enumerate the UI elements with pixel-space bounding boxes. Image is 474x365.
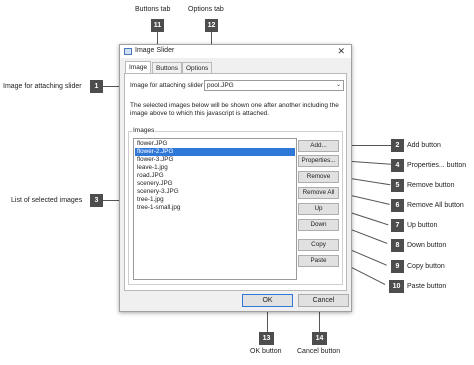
list-item[interactable]: road.JPG (135, 172, 295, 180)
callout-9-badge: 9 (391, 260, 404, 273)
callout-7-badge: 7 (391, 219, 404, 232)
callout-8-badge: 8 (391, 239, 404, 252)
list-item[interactable]: scenery.JPG (135, 180, 295, 188)
list-item[interactable]: tree-1.jpg (135, 196, 295, 204)
remove-button[interactable]: Remove (298, 171, 339, 183)
callout-13-text: OK button (250, 348, 282, 355)
list-item[interactable]: tree-1-small.jpg (135, 204, 295, 212)
callout-2-badge: 2 (391, 139, 404, 152)
callout-1-badge: 1 (90, 80, 103, 93)
callout-6-badge: 6 (391, 199, 404, 212)
callout-10-text: Paste button (407, 283, 447, 290)
connector-line (103, 86, 119, 87)
properties-button[interactable]: Properties... (298, 155, 339, 167)
callout-4-text: Properties... button (407, 162, 467, 169)
callout-3-text: List of selected images (11, 197, 83, 204)
callout-12-text: Options tab (188, 6, 224, 13)
app-icon (124, 48, 132, 55)
callout-1-text: Image for attaching slider (3, 83, 82, 90)
callout-4-badge: 4 (391, 159, 404, 172)
title-bar: Image Slider ✕ (120, 45, 351, 58)
paste-button[interactable]: Paste (298, 255, 339, 267)
callout-6-text: Remove All button (407, 202, 464, 209)
chevron-down-icon: ⌄ (335, 82, 341, 88)
list-item[interactable]: flower.JPG (135, 140, 295, 148)
callout-8-text: Down button (407, 242, 447, 249)
image-slider-dialog: Image Slider ✕ Image Buttons Options Ima… (119, 44, 352, 312)
callout-3-badge: 3 (90, 194, 103, 207)
image-field-label: Image for attaching slider (130, 82, 203, 89)
up-button[interactable]: Up (298, 203, 339, 215)
images-listbox[interactable]: flower.JPG flower-2.JPG flower-3.JPG lea… (133, 138, 297, 280)
cancel-button[interactable]: Cancel (298, 294, 349, 307)
callout-10-badge: 10 (389, 280, 404, 293)
dialog-title: Image Slider (135, 47, 175, 54)
tab-buttons[interactable]: Buttons (152, 62, 183, 73)
add-button[interactable]: Add... (298, 140, 339, 152)
callout-14-text: Cancel button (297, 348, 341, 355)
tab-image[interactable]: Image (125, 61, 152, 73)
callout-7-text: Up button (407, 222, 438, 229)
down-button[interactable]: Down (298, 219, 339, 231)
images-group-title: Images (132, 127, 156, 134)
image-select-value: pool.JPG (207, 82, 234, 89)
tab-options[interactable]: Options (182, 62, 213, 73)
callout-5-badge: 5 (391, 179, 404, 192)
description-text: The selected images below will be shown … (130, 102, 339, 117)
copy-button[interactable]: Copy (298, 239, 339, 251)
list-item-selected[interactable]: flower-2.JPG (135, 148, 295, 156)
callout-13-badge: 13 (259, 332, 274, 345)
list-item[interactable]: scenery-3.JPG (135, 188, 295, 196)
ok-button[interactable]: OK (242, 294, 293, 307)
image-select[interactable]: pool.JPG ⌄ (204, 80, 344, 91)
callout-5-text: Remove button (407, 182, 455, 189)
callout-11-badge: 11 (151, 19, 164, 32)
remove-all-button[interactable]: Remove All (298, 187, 339, 199)
callout-2-text: Add button (407, 142, 441, 149)
callout-14-badge: 14 (312, 332, 327, 345)
list-item[interactable]: leave-1.jpg (135, 164, 295, 172)
close-icon[interactable]: ✕ (337, 46, 345, 57)
callout-11-text: Buttons tab (135, 6, 171, 13)
list-item[interactable]: flower-3.JPG (135, 156, 295, 164)
callout-12-badge: 12 (205, 19, 218, 32)
callout-9-text: Copy button (407, 263, 445, 270)
